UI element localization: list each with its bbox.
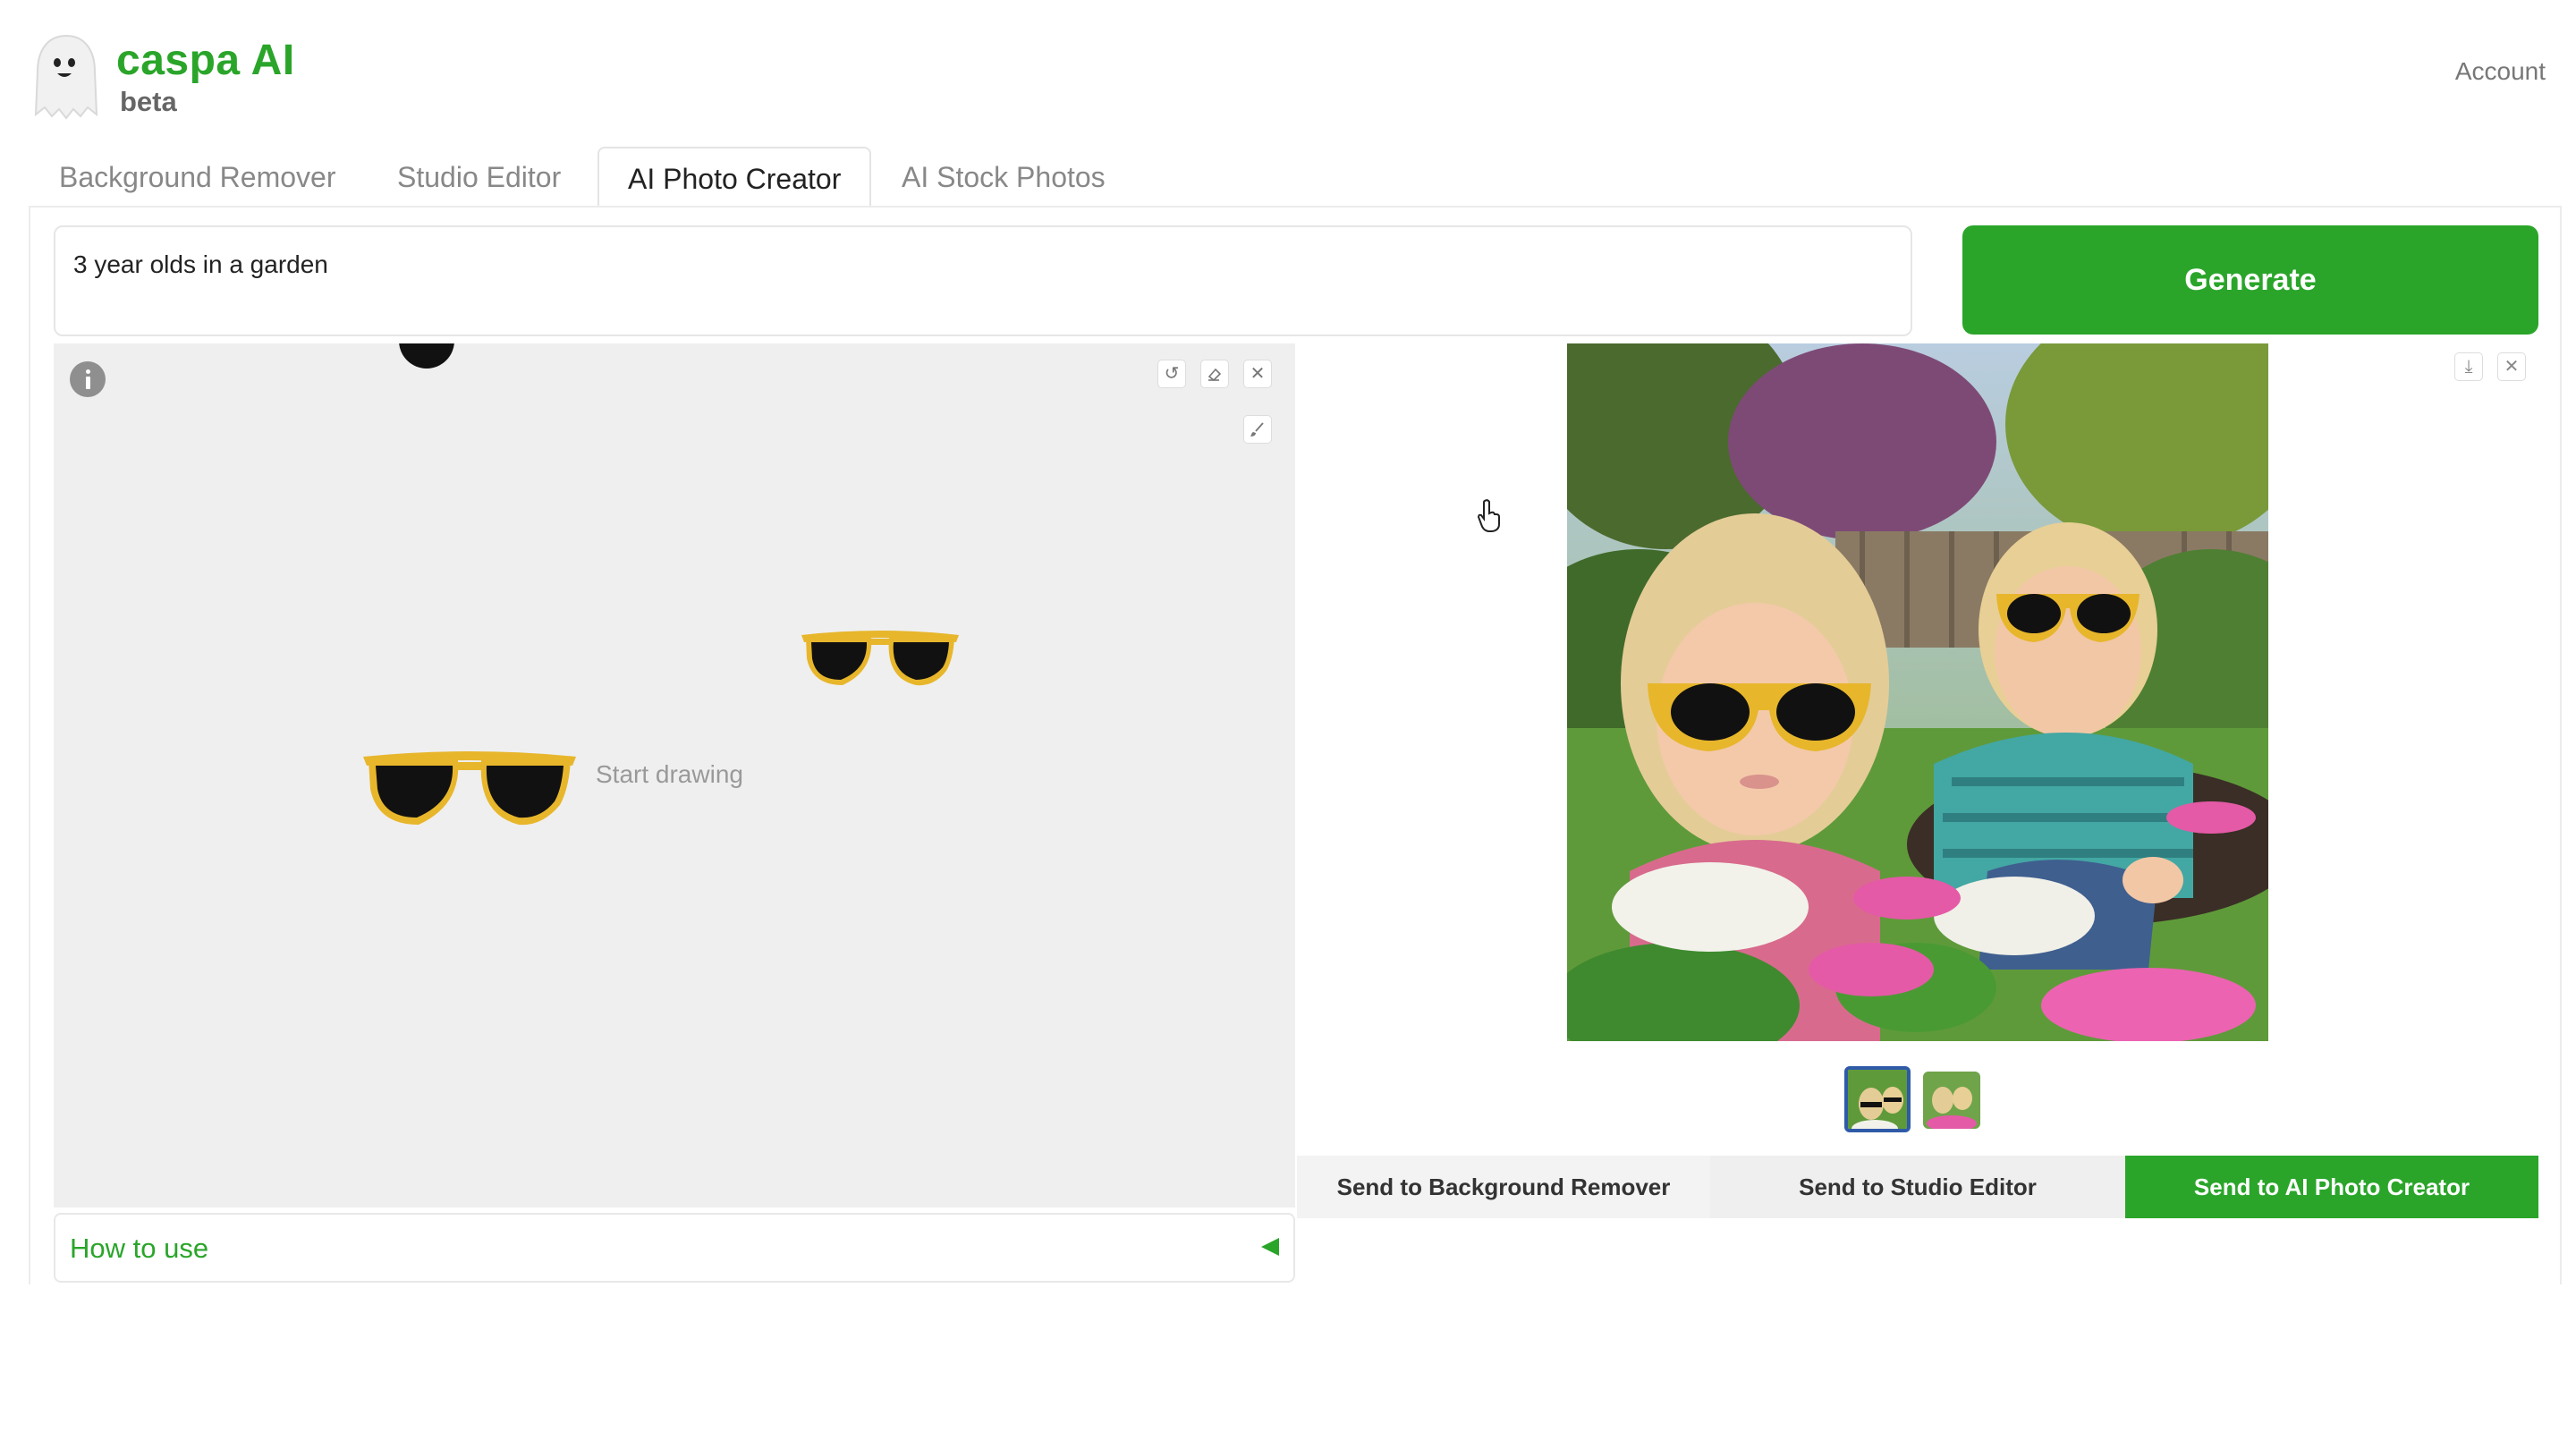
tab-background-remover[interactable]: Background Remover bbox=[59, 147, 335, 208]
beta-badge: beta bbox=[120, 86, 177, 117]
generate-button[interactable]: Generate bbox=[1962, 225, 2538, 335]
hand-cursor-icon bbox=[1477, 499, 1500, 532]
send-to-ai-photo-creator-button[interactable]: Send to AI Photo Creator bbox=[2125, 1156, 2538, 1218]
drawn-blob bbox=[399, 343, 454, 369]
app-logo[interactable]: caspa AI beta bbox=[30, 32, 326, 122]
eraser-button[interactable] bbox=[1200, 360, 1229, 388]
prompt-input[interactable]: 3 year olds in a garden bbox=[54, 225, 1912, 336]
account-link[interactable]: Account bbox=[2455, 57, 2546, 86]
send-actions: Send to Background Remover Send to Studi… bbox=[1297, 1156, 2538, 1218]
undo-button[interactable]: ↺ bbox=[1157, 360, 1186, 388]
close-result-button[interactable]: ✕ bbox=[2497, 352, 2526, 381]
brand-name: caspa AI bbox=[116, 37, 295, 84]
start-drawing-hint: Start drawing bbox=[596, 760, 743, 788]
send-to-background-remover-button[interactable]: Send to Background Remover bbox=[1297, 1156, 1710, 1218]
clear-canvas-button[interactable]: ✕ bbox=[1243, 360, 1272, 388]
triangle-left-icon bbox=[1261, 1238, 1279, 1256]
tab-ai-photo-creator[interactable]: AI Photo Creator bbox=[597, 147, 872, 208]
thumbnail-image bbox=[1848, 1070, 1907, 1129]
close-icon: ✕ bbox=[1250, 364, 1266, 384]
app-header: caspa AI beta Account bbox=[0, 0, 2576, 134]
ghost-logo-icon bbox=[34, 34, 98, 120]
close-icon: ✕ bbox=[2504, 357, 2520, 377]
generated-image bbox=[1567, 343, 2268, 1041]
sunglasses-sticker-large[interactable] bbox=[358, 742, 581, 832]
eraser-icon bbox=[1208, 368, 1222, 382]
undo-icon: ↺ bbox=[1164, 364, 1180, 384]
brush-button[interactable] bbox=[1243, 415, 1272, 444]
download-icon: ⤓ bbox=[2464, 357, 2473, 377]
result-thumbnail[interactable] bbox=[1844, 1066, 1911, 1132]
prompt-text: 3 year olds in a garden bbox=[73, 250, 328, 278]
sunglasses-sticker-small[interactable] bbox=[798, 624, 962, 692]
download-button[interactable]: ⤓ bbox=[2454, 352, 2483, 381]
generated-photo bbox=[1567, 343, 2268, 1041]
sketch-canvas[interactable]: ↺ ✕ Start drawing bbox=[54, 343, 1295, 1208]
how-to-use-accordion[interactable]: How to use bbox=[54, 1213, 1295, 1283]
tab-ai-stock-photos[interactable]: AI Stock Photos bbox=[902, 147, 1106, 208]
how-to-use-label: How to use bbox=[70, 1233, 209, 1264]
tab-studio-editor[interactable]: Studio Editor bbox=[397, 147, 561, 208]
info-icon[interactable] bbox=[70, 361, 106, 397]
brush-icon bbox=[1250, 422, 1264, 436]
result-thumbnail[interactable] bbox=[1923, 1072, 1980, 1129]
send-to-studio-editor-button[interactable]: Send to Studio Editor bbox=[1710, 1156, 2125, 1218]
thumbnail-image bbox=[1923, 1072, 1980, 1129]
